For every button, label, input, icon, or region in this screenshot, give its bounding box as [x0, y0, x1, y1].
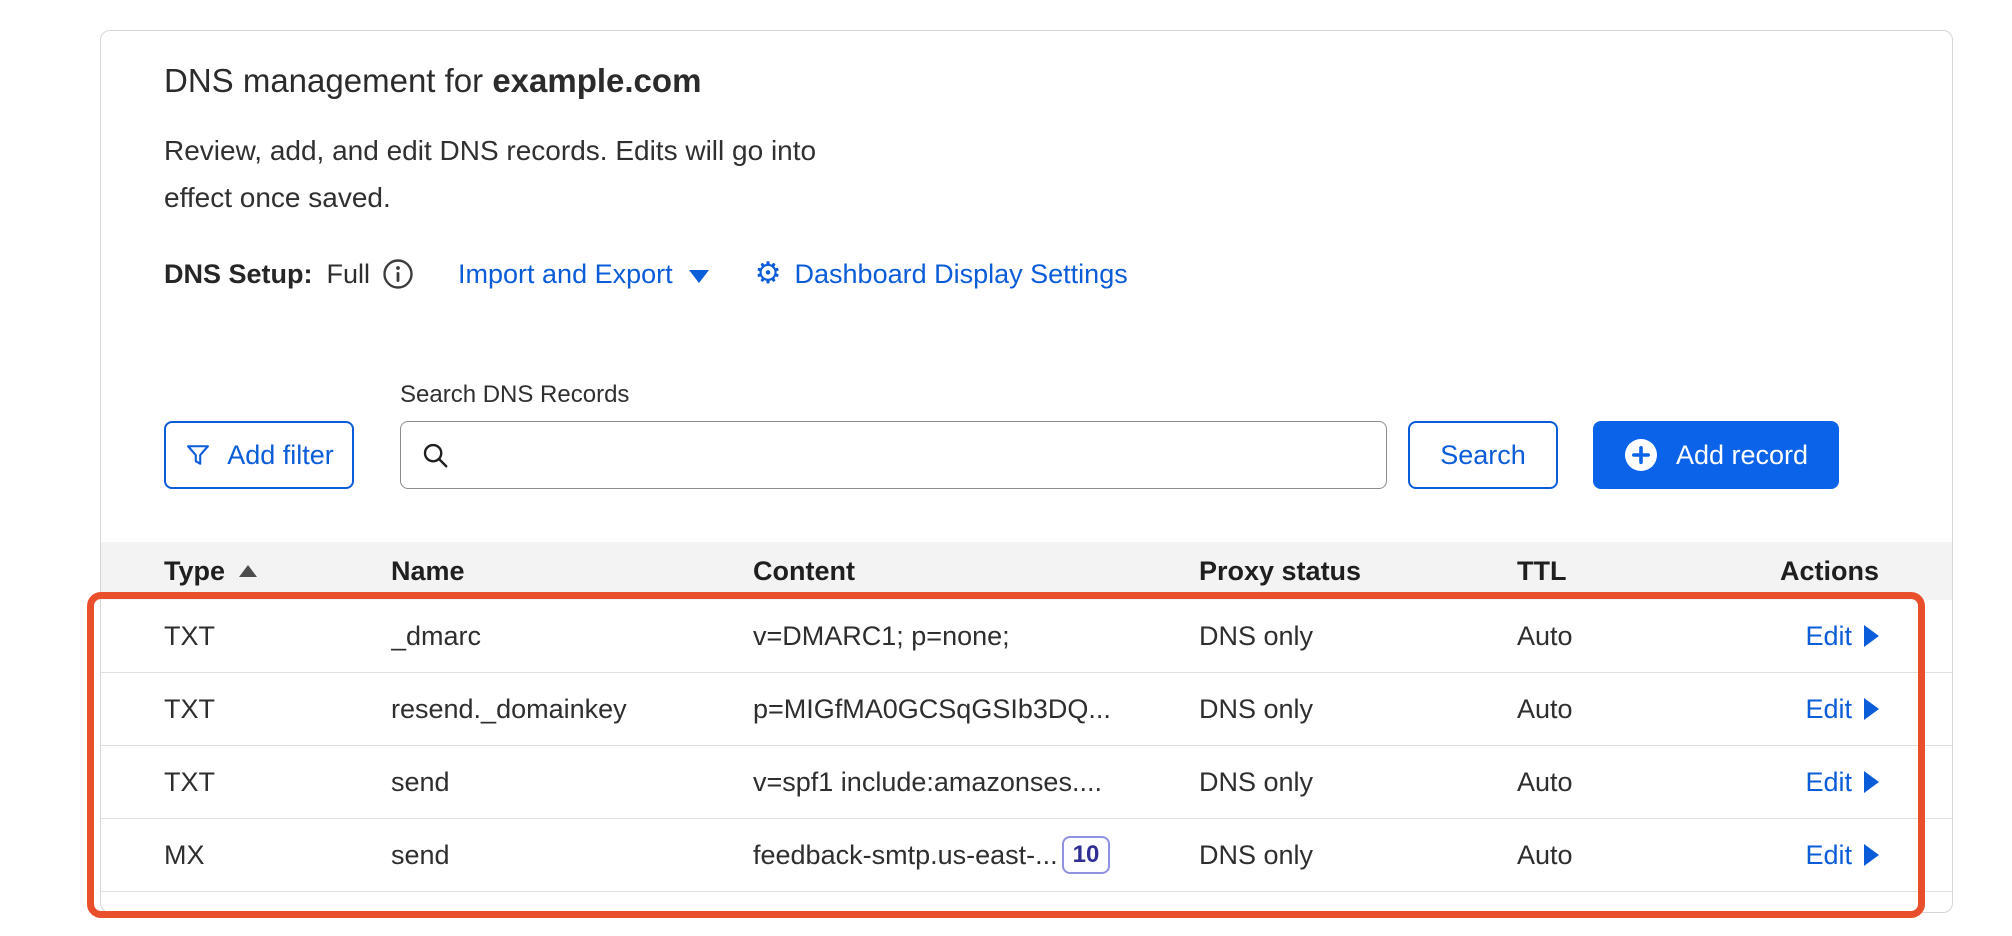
cell-ttl: Auto [1517, 621, 1717, 652]
table-row: TXT _dmarc v=DMARC1; p=none; DNS only Au… [101, 600, 1952, 673]
chevron-down-icon [689, 270, 709, 283]
dns-setup-row: DNS Setup: Full Import and Export ⚙ Dash… [164, 257, 1889, 291]
search-controls-row: Add filter Search DNS Records Search [101, 381, 1952, 489]
info-icon[interactable] [382, 258, 414, 290]
cell-actions: Edit [1717, 767, 1879, 798]
cell-type: TXT [164, 767, 391, 798]
column-header-content[interactable]: Content [753, 556, 1199, 587]
cell-actions: Edit [1717, 840, 1879, 871]
cell-type: TXT [164, 621, 391, 652]
cell-actions: Edit [1717, 694, 1879, 725]
record-content: v=DMARC1; p=none; [753, 621, 1010, 652]
search-label: Search DNS Records [400, 381, 1387, 409]
table-row: TXT resend._domainkey p=MIGfMA0GCSqGSIb3… [101, 673, 1952, 746]
edit-label: Edit [1805, 694, 1852, 725]
record-content: v=spf1 include:amazonses.... [753, 767, 1102, 798]
cell-proxy-status: DNS only [1199, 694, 1517, 725]
search-box [400, 421, 1387, 489]
chevron-right-icon [1864, 698, 1879, 720]
search-input[interactable] [400, 421, 1387, 489]
dashboard-display-settings-link[interactable]: ⚙ Dashboard Display Settings [755, 259, 1128, 290]
table-row: TXT send v=spf1 include:amazonses.... DN… [101, 746, 1952, 819]
edit-label: Edit [1805, 621, 1852, 652]
cell-content: feedback-smtp.us-east-... 10 [753, 836, 1199, 874]
plus-icon [1624, 438, 1658, 472]
column-header-type[interactable]: Type [164, 556, 391, 587]
edit-link[interactable]: Edit [1805, 621, 1879, 652]
filter-funnel-icon [184, 441, 212, 469]
gear-icon: ⚙ [755, 259, 782, 289]
cell-proxy-status: DNS only [1199, 767, 1517, 798]
cell-ttl: Auto [1517, 767, 1717, 798]
add-record-button[interactable]: Add record [1593, 421, 1839, 489]
cell-ttl: Auto [1517, 840, 1717, 871]
page-title-domain: example.com [492, 62, 701, 99]
search-button[interactable]: Search [1408, 421, 1558, 489]
import-export-label: Import and Export [458, 259, 673, 290]
column-header-name[interactable]: Name [391, 556, 753, 587]
add-filter-button[interactable]: Add filter [164, 421, 354, 489]
cell-ttl: Auto [1517, 694, 1717, 725]
column-header-ttl[interactable]: TTL [1517, 556, 1717, 587]
column-header-proxy-status[interactable]: Proxy status [1199, 556, 1517, 587]
cell-name: resend._domainkey [391, 694, 753, 725]
edit-link[interactable]: Edit [1805, 840, 1879, 871]
chevron-right-icon [1864, 844, 1879, 866]
import-export-link[interactable]: Import and Export [458, 259, 709, 290]
cell-content: v=spf1 include:amazonses.... [753, 767, 1199, 798]
cell-proxy-status: DNS only [1199, 621, 1517, 652]
cell-content: p=MIGfMA0GCSqGSIb3DQ... [753, 694, 1199, 725]
record-content: p=MIGfMA0GCSqGSIb3DQ... [753, 694, 1111, 725]
cell-name: send [391, 767, 753, 798]
search-button-label: Search [1440, 440, 1526, 471]
dns-records-table: Type Name Content Proxy status TTL Actio… [101, 542, 1952, 892]
edit-label: Edit [1805, 840, 1852, 871]
table-body: TXT _dmarc v=DMARC1; p=none; DNS only Au… [101, 600, 1952, 892]
cell-type: MX [164, 840, 391, 871]
cell-name: send [391, 840, 753, 871]
table-header: Type Name Content Proxy status TTL Actio… [101, 542, 1952, 600]
chevron-right-icon [1864, 625, 1879, 647]
edit-link[interactable]: Edit [1805, 694, 1879, 725]
priority-badge: 10 [1062, 836, 1111, 874]
search-field-group: Search DNS Records [400, 381, 1387, 489]
sort-ascending-icon [239, 565, 257, 577]
chevron-right-icon [1864, 771, 1879, 793]
edit-link[interactable]: Edit [1805, 767, 1879, 798]
cell-content: v=DMARC1; p=none; [753, 621, 1199, 652]
edit-label: Edit [1805, 767, 1852, 798]
add-filter-label: Add filter [227, 440, 334, 471]
cell-name: _dmarc [391, 621, 753, 652]
dns-setup-label: DNS Setup: [164, 259, 313, 290]
add-record-label: Add record [1676, 440, 1808, 471]
dns-management-card: DNS management for example.com Review, a… [100, 30, 1953, 913]
search-icon [420, 440, 450, 475]
cell-proxy-status: DNS only [1199, 840, 1517, 871]
column-header-actions: Actions [1717, 556, 1879, 587]
table-row: MX send feedback-smtp.us-east-... 10 DNS… [101, 819, 1952, 892]
record-content: feedback-smtp.us-east-... [753, 840, 1058, 871]
cell-type: TXT [164, 694, 391, 725]
dashboard-display-settings-label: Dashboard Display Settings [795, 259, 1128, 290]
page-title-prefix: DNS management for [164, 62, 492, 99]
dns-setup-value: Full [327, 259, 371, 290]
cell-actions: Edit [1717, 621, 1879, 652]
page-subtitle: Review, add, and edit DNS records. Edits… [164, 127, 824, 221]
page-title: DNS management for example.com [164, 61, 1889, 101]
